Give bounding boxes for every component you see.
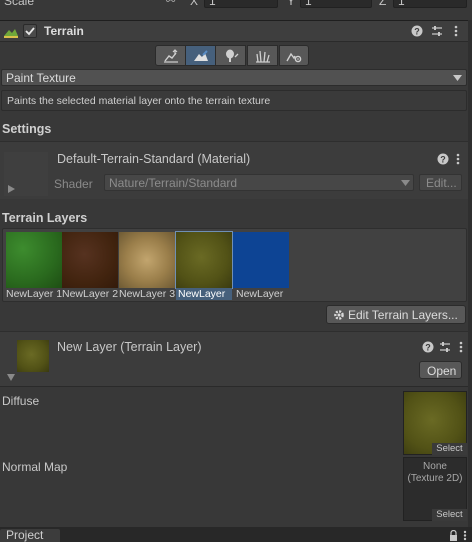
material-name: Default-Terrain-Standard (Material) [57, 152, 251, 166]
paint-trees-icon [223, 49, 239, 63]
component-title: Terrain [44, 24, 84, 38]
terrain-layer-label: NewLayer 3 [119, 288, 175, 300]
terrain-layer-tile[interactable] [233, 232, 289, 288]
terrain-layer-label: NewLayer [236, 288, 284, 300]
terrain-layer-tile[interactable] [62, 232, 118, 288]
shader-edit-button[interactable]: Edit... [419, 174, 462, 191]
shader-chevron-icon [401, 180, 410, 186]
terrain-component-header[interactable]: Terrain ? [0, 20, 472, 42]
presets-icon[interactable] [431, 25, 443, 37]
scale-y-label: Y [287, 0, 296, 8]
layer-help-icon[interactable]: ? [422, 341, 434, 353]
diffuse-select-button[interactable]: Select [432, 443, 467, 455]
layer-foldout-icon[interactable] [7, 374, 15, 381]
raise-lower-terrain-tool[interactable] [155, 45, 186, 66]
paint-terrain-icon [193, 49, 209, 63]
material-help-icon[interactable]: ? [437, 153, 449, 165]
paint-details-tool[interactable] [247, 45, 278, 66]
svg-text:?: ? [440, 155, 446, 165]
normal-map-label: Normal Map [2, 460, 68, 474]
edit-terrain-layers-button[interactable]: Edit Terrain Layers... [326, 305, 466, 324]
diffuse-texture-slot[interactable]: Select [403, 391, 467, 455]
layer-thumbnail [17, 340, 49, 372]
normal-map-texture-slot[interactable]: None (Texture 2D) Select [403, 457, 467, 521]
more-options-icon[interactable] [454, 25, 458, 37]
terrain-layer-label: NewLayer 2 [62, 288, 118, 300]
shader-dropdown[interactable]: Nature/Terrain/Standard [104, 174, 414, 191]
project-tab[interactable]: Project [0, 528, 60, 542]
gear-icon [333, 309, 345, 321]
normal-select-button[interactable]: Select [432, 509, 467, 521]
terrain-layer-tile[interactable] [119, 232, 175, 288]
scale-x-label: X [190, 0, 199, 8]
settings-heading: Settings [2, 122, 52, 136]
paint-details-icon [255, 49, 271, 63]
scale-x-field[interactable]: 1 [204, 0, 278, 8]
material-foldout-icon[interactable] [8, 185, 15, 193]
panel-more-icon[interactable] [463, 530, 467, 541]
bottom-panel-bar: Project [0, 527, 472, 542]
material-more-icon[interactable] [456, 153, 460, 165]
terrain-layer-label: NewLayer 1 [6, 288, 62, 300]
scale-z-field[interactable]: 1 [393, 0, 467, 8]
diffuse-label: Diffuse [2, 394, 40, 408]
shader-label: Shader [54, 177, 93, 191]
terrain-layer-tile[interactable] [175, 231, 233, 289]
paint-terrain-tool[interactable] [185, 45, 216, 66]
help-icon[interactable]: ? [411, 25, 423, 37]
scale-label: Scale [4, 0, 35, 8]
terrain-settings-icon [286, 49, 302, 63]
lock-icon[interactable] [449, 530, 458, 541]
layer-title: New Layer (Terrain Layer) [57, 340, 202, 354]
terrain-layer-label-selected: NewLayer [176, 288, 232, 300]
tool-description: Paints the selected material layer onto … [1, 90, 467, 111]
chevron-down-icon [453, 75, 462, 81]
scale-link-icon[interactable]: ⚯ [166, 0, 175, 7]
open-button[interactable]: Open [419, 361, 462, 379]
scale-y-field[interactable]: 1 [300, 0, 372, 8]
terrain-component-icon [3, 24, 19, 38]
raise-lower-terrain-icon [163, 48, 179, 63]
scale-z-label: Z [379, 0, 387, 8]
terrain-layer-tile[interactable] [6, 232, 62, 288]
tool-mode-dropdown[interactable]: Paint Texture [1, 69, 467, 86]
layer-more-icon[interactable] [459, 341, 463, 353]
svg-text:?: ? [414, 27, 420, 37]
inspector-scrollbar[interactable] [468, 20, 472, 527]
scale-row: Scale ⚯ X 1 Y 1 Z 1 [0, 0, 472, 10]
layer-inspector-header: New Layer (Terrain Layer) ? Open [0, 331, 472, 387]
terrain-layers-heading: Terrain Layers [2, 211, 88, 225]
svg-text:?: ? [425, 343, 431, 353]
paint-trees-tool[interactable] [215, 45, 246, 66]
component-enabled-checkbox[interactable] [23, 24, 37, 38]
material-section: Default-Terrain-Standard (Material) ? Sh… [0, 141, 472, 199]
terrain-settings-tool[interactable] [279, 45, 309, 66]
layer-presets-icon[interactable] [439, 341, 451, 353]
